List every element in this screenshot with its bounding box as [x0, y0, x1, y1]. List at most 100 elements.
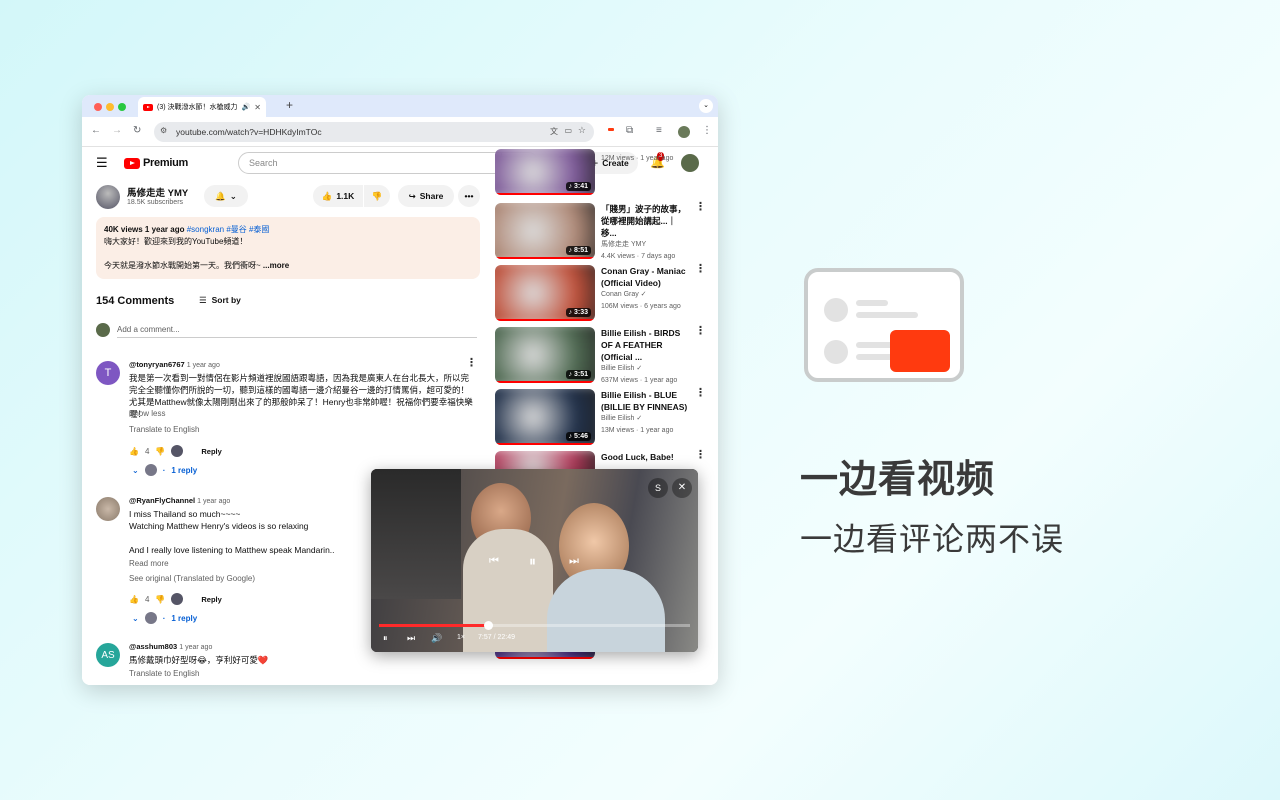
see-original-link[interactable]: See original (Translated by Google)	[129, 574, 255, 583]
pause-icon[interactable]: ⏸	[383, 633, 388, 644]
previous-icon[interactable]: ⏮	[489, 555, 499, 568]
dislike-icon[interactable]: 👎	[155, 595, 165, 604]
comment-avatar[interactable]: AS	[96, 643, 120, 667]
subscribe-bell-button[interactable]: 🔔 ⌄	[204, 185, 248, 207]
media-control-icon[interactable]: ≡	[656, 125, 662, 136]
comment-time[interactable]: 1 year ago	[187, 362, 220, 369]
comment-text: 我是第一次看到一對情侶在影片頻道裡說國語跟粵語，因為我是廣東人在台北長大，所以完…	[129, 373, 473, 419]
chevron-down-icon: ⌄	[132, 465, 139, 475]
replies-toggle[interactable]: ⌄ · 1 reply	[132, 464, 197, 476]
watched-progress-bar	[495, 193, 595, 195]
site-info-icon[interactable]: ⚙	[160, 126, 167, 135]
replies-toggle[interactable]: ⌄ · 1 reply	[132, 612, 197, 624]
video-channel[interactable]: Conan Gray ✓	[601, 289, 705, 301]
more-actions-button[interactable]: •••	[458, 185, 480, 207]
video-menu-icon[interactable]: ⋮	[695, 326, 706, 337]
video-menu-icon[interactable]: ⋮	[695, 202, 706, 213]
comment-avatar[interactable]	[96, 497, 120, 521]
like-icon[interactable]: 👍	[129, 447, 139, 456]
playback-speed[interactable]: 1×	[457, 634, 465, 641]
video-title[interactable]: Good Luck, Babe!	[601, 451, 689, 463]
reply-button[interactable]: Reply	[201, 447, 221, 456]
video-thumbnail[interactable]: ♪ 3:33	[495, 265, 595, 321]
related-video-item[interactable]: ♪ 5:46 Billie Eilish - BLUE (BILLIE BY FI…	[495, 388, 718, 449]
new-tab-button[interactable]: +	[286, 98, 293, 112]
translate-icon[interactable]: 文	[550, 126, 558, 137]
dislike-button[interactable]: 👎	[364, 185, 390, 207]
video-meta: 13M views · 1 year ago	[601, 427, 674, 434]
comment-author[interactable]: @tonyryan6767	[129, 360, 185, 369]
channel-name[interactable]: 馬修走走 YMY	[127, 185, 188, 199]
video-title[interactable]: Billie Eilish - BLUE (BILLIE BY FINNEAS)	[601, 389, 689, 413]
url-field[interactable]: ⚙ youtube.com/watch?v=HDHKdyImTOc 文 ▭ ☆	[154, 122, 594, 142]
youtube-logo[interactable]: Premium	[124, 157, 188, 169]
video-menu-icon[interactable]: ⋮	[695, 264, 706, 275]
channel-avatar[interactable]	[96, 185, 120, 209]
next-icon[interactable]: ⏭	[569, 555, 579, 568]
like-button[interactable]: 👍 1.1K	[313, 185, 363, 207]
thumbs-down-icon: 👎	[371, 190, 383, 201]
video-thumbnail[interactable]: ♪ 3:51	[495, 327, 595, 383]
back-icon[interactable]: ←	[91, 125, 101, 136]
comment-author[interactable]: @asshum803	[129, 642, 177, 651]
video-menu-icon[interactable]: ⋮	[695, 450, 706, 461]
hamburger-menu-icon[interactable]: ☰	[96, 155, 108, 171]
sort-button[interactable]: ☰ Sort by	[199, 295, 241, 306]
video-thumbnail[interactable]: ♪ 8:51	[495, 203, 595, 259]
video-thumbnail[interactable]: ♪ 5:46	[495, 389, 595, 445]
subtitles-button[interactable]: S	[648, 478, 668, 498]
video-channel[interactable]: 馬修走走 YMY	[601, 239, 705, 251]
comment-time[interactable]: 1 year ago	[179, 644, 212, 651]
pause-center-icon[interactable]: ⏸	[529, 553, 536, 570]
more-link[interactable]: ...more	[263, 261, 289, 270]
video-title[interactable]: 「賤男」波子的故事，從哪裡開始講起...｜移...	[601, 203, 689, 239]
tab-close-icon[interactable]: ✕	[254, 103, 261, 112]
close-window-button[interactable]	[94, 103, 102, 111]
add-comment-input[interactable]: Add a comment...	[117, 325, 477, 338]
bookmark-star-icon[interactable]: ☆	[578, 125, 586, 136]
reply-button[interactable]: Reply	[201, 595, 221, 604]
tab-search-button[interactable]: ⌄	[699, 99, 713, 113]
progress-handle[interactable]	[483, 621, 493, 630]
related-video-item[interactable]: ♪ 3:41 12M views · 1 year ago	[495, 149, 718, 209]
cast-icon[interactable]: ▭	[564, 126, 572, 135]
like-icon[interactable]: 👍	[129, 595, 139, 604]
comment-avatar[interactable]: T	[96, 361, 120, 385]
video-channel[interactable]: Billie Eilish ✓	[601, 363, 705, 375]
share-icon: ↪	[408, 190, 416, 201]
maximize-window-button[interactable]	[118, 103, 126, 111]
minimize-window-button[interactable]	[106, 103, 114, 111]
progress-track[interactable]	[379, 624, 690, 627]
forward-icon[interactable]: →	[112, 125, 122, 136]
comment-time[interactable]: 1 year ago	[197, 498, 230, 505]
reload-icon[interactable]: ↻	[133, 125, 141, 136]
read-more-link[interactable]: Read more	[129, 559, 169, 568]
video-thumbnail[interactable]: ♪ 3:41	[495, 149, 595, 195]
video-channel[interactable]: Billie Eilish ✓	[601, 413, 705, 425]
profile-avatar[interactable]	[678, 126, 690, 138]
translate-link[interactable]: Translate to English	[129, 425, 199, 434]
comment-menu-icon[interactable]: ⋮	[466, 358, 477, 369]
miniplayer[interactable]: S ✕ ⏮ ⏸ ⏭ ⏸ ⏭ 🔊 1× 7:57 / 22:49	[371, 469, 698, 652]
dislike-icon[interactable]: 👎	[155, 447, 165, 456]
related-video-item[interactable]: ♪ 3:33 Conan Gray - Maniac (Official Vide…	[495, 264, 718, 325]
volume-icon[interactable]: 🔊	[431, 633, 442, 644]
show-less-link[interactable]: Show less	[129, 409, 165, 418]
extension-icon[interactable]	[608, 128, 614, 131]
browser-tab[interactable]: (3) 決戰潑水節！水槍威力 🔊 ✕	[138, 97, 266, 117]
video-menu-icon[interactable]: ⋮	[695, 388, 706, 399]
menu-dots-icon[interactable]: ⋮	[702, 125, 712, 136]
skip-next-icon[interactable]: ⏭	[407, 633, 415, 644]
share-button[interactable]: ↪ Share	[398, 185, 454, 207]
comment-author[interactable]: @RyanFlyChannel	[129, 496, 195, 505]
related-video-item[interactable]: ♪ 3:51 Billie Eilish - BIRDS OF A FEATHER…	[495, 326, 718, 387]
related-video-item[interactable]: ♪ 8:51 「賤男」波子的故事，從哪裡開始講起...｜移... 馬修走走 YMY 4…	[495, 202, 718, 263]
extensions-puzzle-icon[interactable]: ⧉	[626, 125, 633, 136]
video-title[interactable]: Conan Gray - Maniac (Official Video)	[601, 265, 689, 289]
description-box[interactable]: 40K views 1 year ago #songkran #曼谷 #泰國 嗨…	[96, 217, 480, 279]
video-title[interactable]: Billie Eilish - BIRDS OF A FEATHER (Offi…	[601, 327, 689, 363]
search-input[interactable]: Search	[238, 152, 502, 174]
hashtags[interactable]: #songkran #曼谷 #泰國	[187, 225, 270, 234]
translate-link[interactable]: Translate to English	[129, 669, 199, 678]
close-miniplayer-icon[interactable]: ✕	[672, 478, 692, 498]
